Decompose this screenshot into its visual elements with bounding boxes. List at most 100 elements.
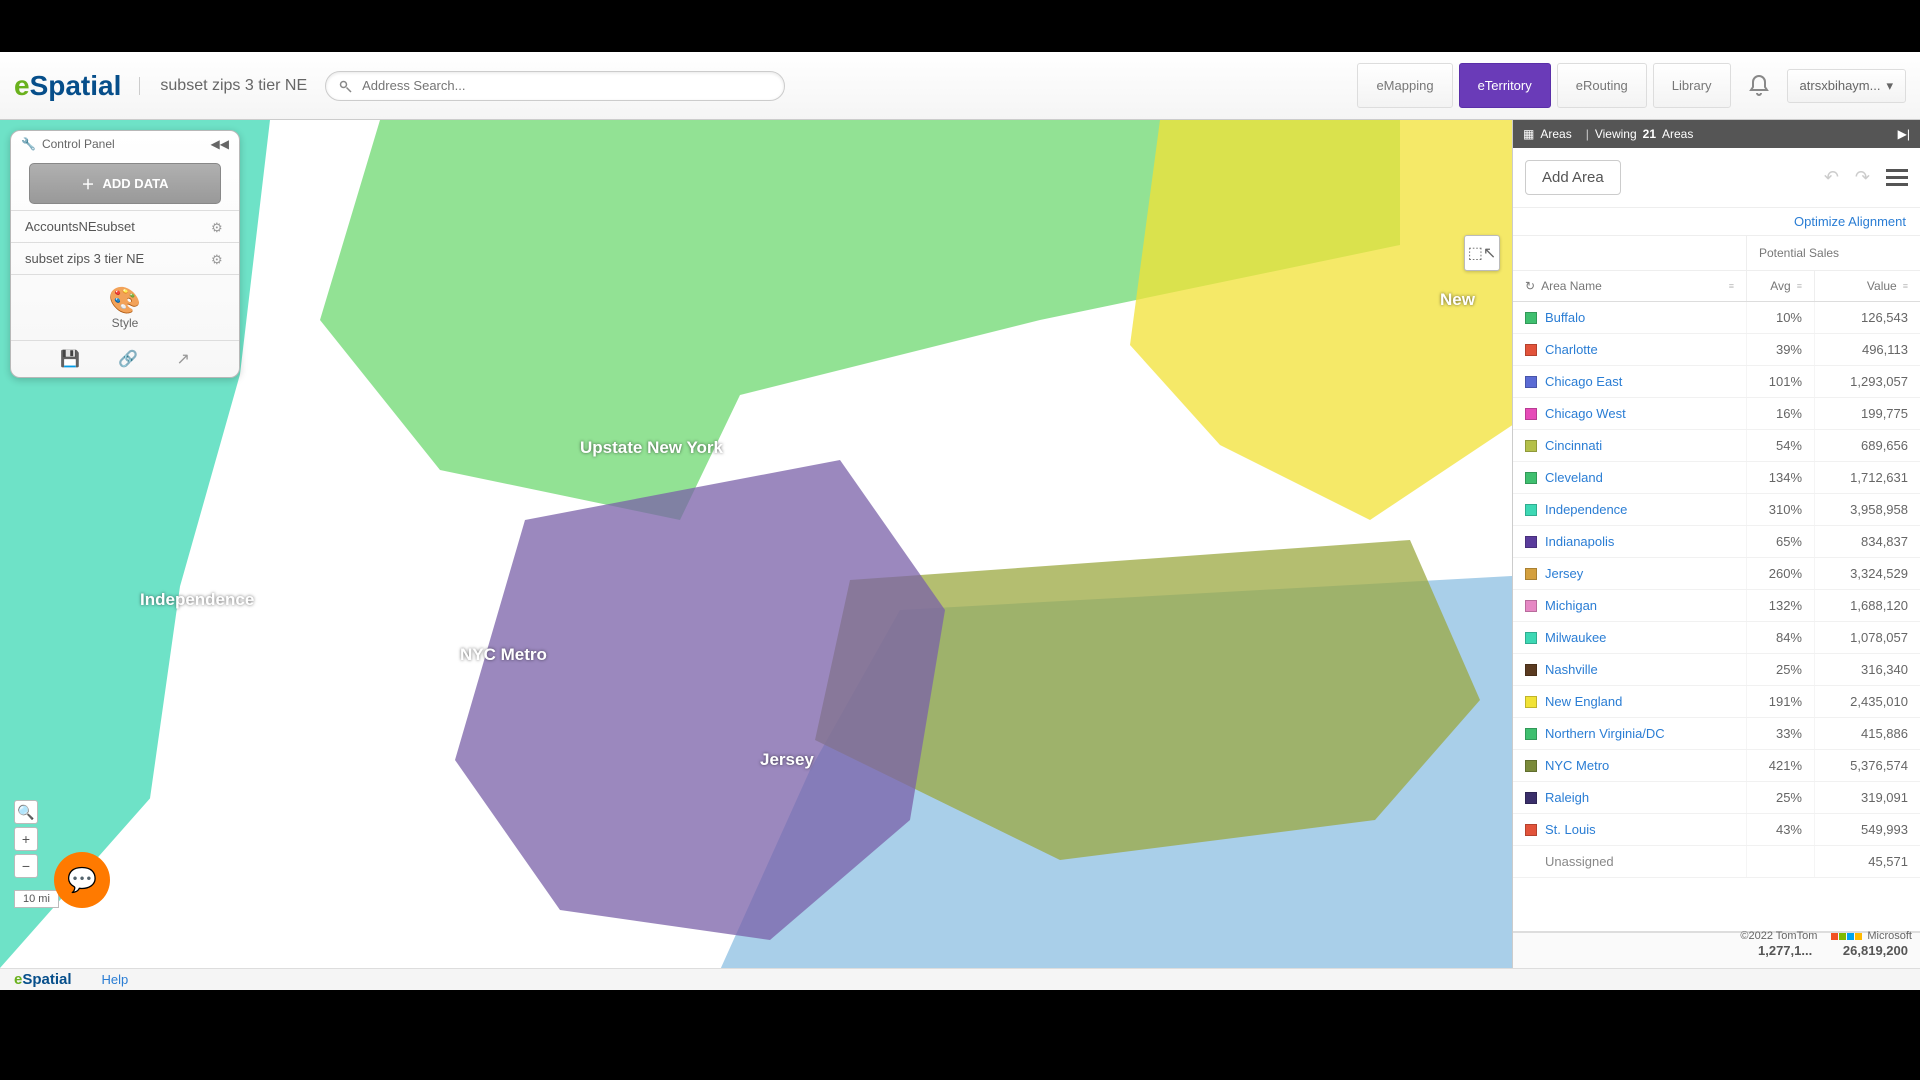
- area-name-link[interactable]: Nashville: [1545, 662, 1598, 677]
- redo-icon[interactable]: ↷: [1855, 167, 1870, 188]
- scale-bar: 10 mi: [14, 890, 59, 908]
- area-row[interactable]: Cleveland134%1,712,631: [1513, 462, 1920, 494]
- help-link[interactable]: Help: [102, 972, 129, 987]
- add-data-button[interactable]: ＋ADD DATA: [29, 163, 221, 204]
- area-row[interactable]: Chicago East 101%1,293,057: [1513, 366, 1920, 398]
- area-name-link[interactable]: Indianapolis: [1545, 534, 1614, 549]
- area-name-link[interactable]: Independence: [1545, 502, 1627, 517]
- area-avg: 25%: [1746, 782, 1814, 813]
- area-avg: 54%: [1746, 430, 1814, 461]
- add-area-button[interactable]: Add Area: [1525, 160, 1621, 195]
- area-row[interactable]: Jersey260%3,324,529: [1513, 558, 1920, 590]
- export-icon[interactable]: ↗: [176, 349, 189, 369]
- col-value[interactable]: Value≡: [1814, 271, 1920, 301]
- control-panel: 🔧Control Panel◀◀ ＋ADD DATA AccountsNEsub…: [10, 130, 240, 378]
- search-bar[interactable]: [325, 71, 785, 101]
- area-value: 1,712,631: [1814, 462, 1920, 493]
- area-value: 126,543: [1814, 302, 1920, 333]
- gear-icon[interactable]: ⚙: [211, 252, 225, 266]
- collapse-icon[interactable]: ◀◀: [211, 137, 229, 151]
- area-name-link[interactable]: Chicago East: [1545, 374, 1622, 389]
- user-menu[interactable]: atrsxbihaym...▾: [1787, 69, 1906, 103]
- col-area-name[interactable]: ↻Area Name≡: [1513, 271, 1746, 301]
- area-avg: 421%: [1746, 750, 1814, 781]
- col-avg[interactable]: Avg≡: [1746, 271, 1814, 301]
- share-icon[interactable]: 🔗: [118, 349, 138, 369]
- area-row[interactable]: Buffalo10%126,543: [1513, 302, 1920, 334]
- color-swatch: [1525, 600, 1537, 612]
- area-value: 834,837: [1814, 526, 1920, 557]
- nav-emapping[interactable]: eMapping: [1357, 63, 1452, 108]
- search-input[interactable]: [362, 78, 774, 93]
- color-swatch: [1525, 536, 1537, 548]
- map-canvas[interactable]: Upstate New York Independence NYC Metro …: [0, 120, 1920, 968]
- area-name-link[interactable]: Northern Virginia/DC: [1545, 726, 1665, 741]
- menu-icon[interactable]: [1886, 169, 1908, 186]
- footer-logo[interactable]: eSpatial: [14, 971, 72, 988]
- nav-erouting[interactable]: eRouting: [1557, 63, 1647, 108]
- area-name-link[interactable]: New England: [1545, 694, 1622, 709]
- area-name-link[interactable]: Buffalo: [1545, 310, 1585, 325]
- territory-label: New: [1440, 290, 1475, 310]
- wrench-icon: 🔧: [21, 137, 36, 151]
- area-name-link[interactable]: Cleveland: [1545, 470, 1603, 485]
- area-row[interactable]: Cincinnati54%689,656: [1513, 430, 1920, 462]
- area-row[interactable]: Michigan 132%1,688,120: [1513, 590, 1920, 622]
- collapse-panel-icon[interactable]: ▶|: [1898, 127, 1910, 141]
- area-name-link[interactable]: Milwaukee: [1545, 630, 1606, 645]
- area-value: 1,688,120: [1814, 590, 1920, 621]
- gear-icon[interactable]: ⚙: [211, 220, 225, 234]
- area-row[interactable]: Raleigh25%319,091: [1513, 782, 1920, 814]
- area-value: 3,958,958: [1814, 494, 1920, 525]
- area-row[interactable]: NYC Metro421%5,376,574: [1513, 750, 1920, 782]
- area-row[interactable]: New England191%2,435,010: [1513, 686, 1920, 718]
- territory-label: Independence: [140, 590, 254, 610]
- area-row[interactable]: Charlotte39%496,113: [1513, 334, 1920, 366]
- area-value: 415,886: [1814, 718, 1920, 749]
- color-swatch: [1525, 504, 1537, 516]
- area-name-link[interactable]: Charlotte: [1545, 342, 1598, 357]
- area-name-link[interactable]: Cincinnati: [1545, 438, 1602, 453]
- bell-icon[interactable]: [1747, 74, 1771, 98]
- areas-panel: ▦ Areas | Viewing 21 Areas ▶| Add Area ↶…: [1512, 120, 1920, 968]
- area-avg: 101%: [1746, 366, 1814, 397]
- undo-icon[interactable]: ↶: [1824, 167, 1839, 188]
- area-name-link[interactable]: St. Louis: [1545, 822, 1596, 837]
- area-row[interactable]: St. Louis43%549,993: [1513, 814, 1920, 846]
- area-row[interactable]: Northern Virginia/DC33%415,886: [1513, 718, 1920, 750]
- zoom-out[interactable]: −: [14, 854, 38, 878]
- area-value: 1,293,057: [1814, 366, 1920, 397]
- chevron-down-icon: ▾: [1886, 78, 1893, 94]
- area-avg: 84%: [1746, 622, 1814, 653]
- area-name-link[interactable]: Jersey: [1545, 566, 1583, 581]
- save-icon[interactable]: 💾: [60, 349, 80, 369]
- area-row[interactable]: Nashville25%316,340: [1513, 654, 1920, 686]
- area-name-link[interactable]: NYC Metro: [1545, 758, 1609, 773]
- area-row[interactable]: Indianapolis65%834,837: [1513, 526, 1920, 558]
- nav-eterritory[interactable]: eTerritory: [1459, 63, 1551, 108]
- select-tool[interactable]: ⬚↖: [1464, 235, 1500, 271]
- nav-library[interactable]: Library: [1653, 63, 1731, 108]
- zoom-in[interactable]: +: [14, 827, 38, 851]
- style-button[interactable]: 🎨Style: [11, 274, 239, 340]
- zoom-magnify[interactable]: 🔍: [14, 800, 38, 824]
- dataset-item: AccountsNEsubset⚙: [11, 210, 239, 242]
- chat-button[interactable]: 💬: [54, 852, 110, 908]
- area-value: 549,993: [1814, 814, 1920, 845]
- optimize-link[interactable]: Optimize Alignment: [1513, 208, 1920, 236]
- logo[interactable]: eSpatial: [14, 70, 121, 102]
- area-row[interactable]: Independence310%3,958,958: [1513, 494, 1920, 526]
- color-swatch: [1525, 760, 1537, 772]
- plus-icon: ＋: [82, 174, 95, 193]
- color-swatch: [1525, 344, 1537, 356]
- territory-label: Upstate New York: [580, 438, 723, 458]
- area-name-link[interactable]: Michigan: [1545, 598, 1597, 613]
- area-row[interactable]: Milwaukee84%1,078,057: [1513, 622, 1920, 654]
- color-swatch: [1525, 792, 1537, 804]
- area-row-unassigned[interactable]: Unassigned45,571: [1513, 846, 1920, 878]
- topbar: eSpatial subset zips 3 tier NE eMapping …: [0, 52, 1920, 120]
- area-row[interactable]: Chicago West16%199,775: [1513, 398, 1920, 430]
- area-name-link[interactable]: Chicago West: [1545, 406, 1626, 421]
- area-name-link[interactable]: Raleigh: [1545, 790, 1589, 805]
- area-avg: 132%: [1746, 590, 1814, 621]
